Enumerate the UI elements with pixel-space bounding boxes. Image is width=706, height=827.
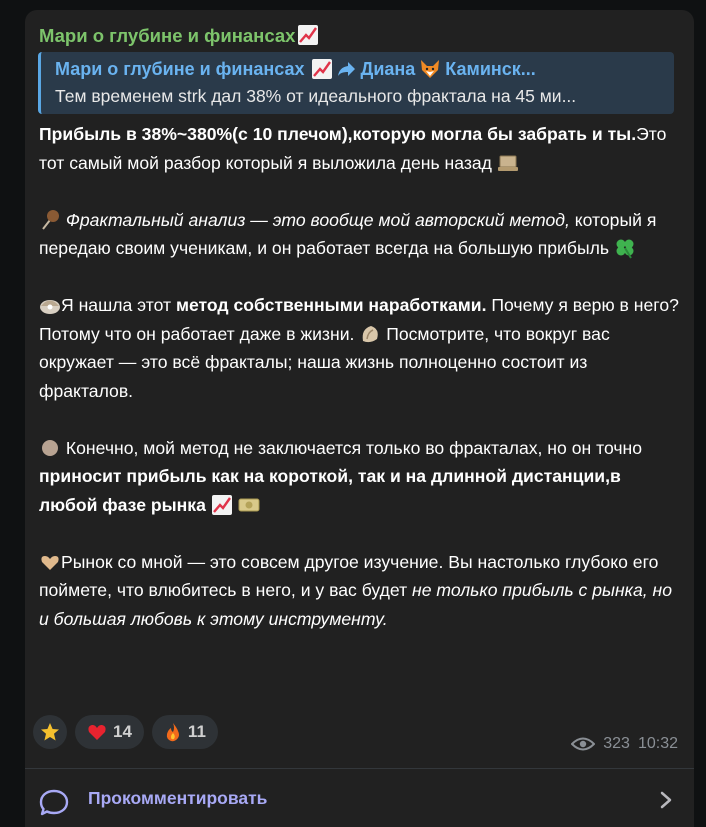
forwarded-reply-preview[interactable]: Мари о глубине и финансах Диана Каминск.… (38, 52, 674, 114)
four-leaf-clover-icon (616, 239, 634, 259)
chart-increasing-icon (211, 494, 232, 515)
fire-icon (166, 723, 179, 742)
chart-increasing-icon (311, 59, 332, 79)
red-heart-icon (88, 724, 106, 740)
dollar-banknote-icon (238, 498, 260, 511)
post-meta: 323 10:32 (571, 735, 678, 753)
star-icon (41, 723, 59, 741)
chart-increasing-icon (298, 25, 319, 45)
post-time: 10:32 (637, 735, 678, 752)
pushpin-icon (42, 209, 59, 230)
laptop-icon (497, 155, 518, 171)
reactions-bar: 14 11 (33, 715, 218, 749)
paragraph-2: Фрактальный анализ — это вообще мой авто… (39, 209, 657, 259)
comment-bubble-icon (39, 789, 69, 816)
paragraph-4: Конечно, мой метод не заключается только… (39, 437, 643, 515)
views-count: 323 (603, 735, 630, 752)
post-text: Прибыль в 38%~380%(с 10 плечом),которую … (39, 120, 679, 662)
reaction-star[interactable] (33, 715, 67, 749)
brown-circle-icon (42, 439, 58, 456)
paragraph-3: Я нашла этот метод собственными наработк… (39, 295, 679, 401)
forward-arrow-icon (337, 62, 355, 76)
oyster-icon (40, 300, 60, 314)
channel-name[interactable]: Мари о глубине и финансах (39, 24, 319, 47)
comment-label: Прокомментировать (88, 787, 268, 808)
heart-hands-icon (41, 555, 59, 570)
chevron-right-icon (660, 791, 672, 809)
reaction-heart[interactable]: 14 (75, 715, 144, 749)
reply-title: Мари о глубине и финансах Диана Каминск.… (55, 58, 536, 79)
reaction-fire[interactable]: 11 (151, 715, 218, 749)
eye-icon (571, 737, 596, 751)
comment-button[interactable]: Прокомментировать (25, 769, 694, 827)
channel-post: Мари о глубине и финансах Мари о глубине… (25, 10, 694, 827)
reply-text: Тем временем strk дал 38% от идеального … (55, 86, 577, 106)
shell-icon (362, 325, 379, 342)
paragraph-1: Прибыль в 38%~380%(с 10 плечом),которую … (39, 124, 667, 173)
paragraph-5: Рынок со мной — это совсем другое изучен… (39, 551, 672, 629)
fox-icon (421, 60, 440, 78)
